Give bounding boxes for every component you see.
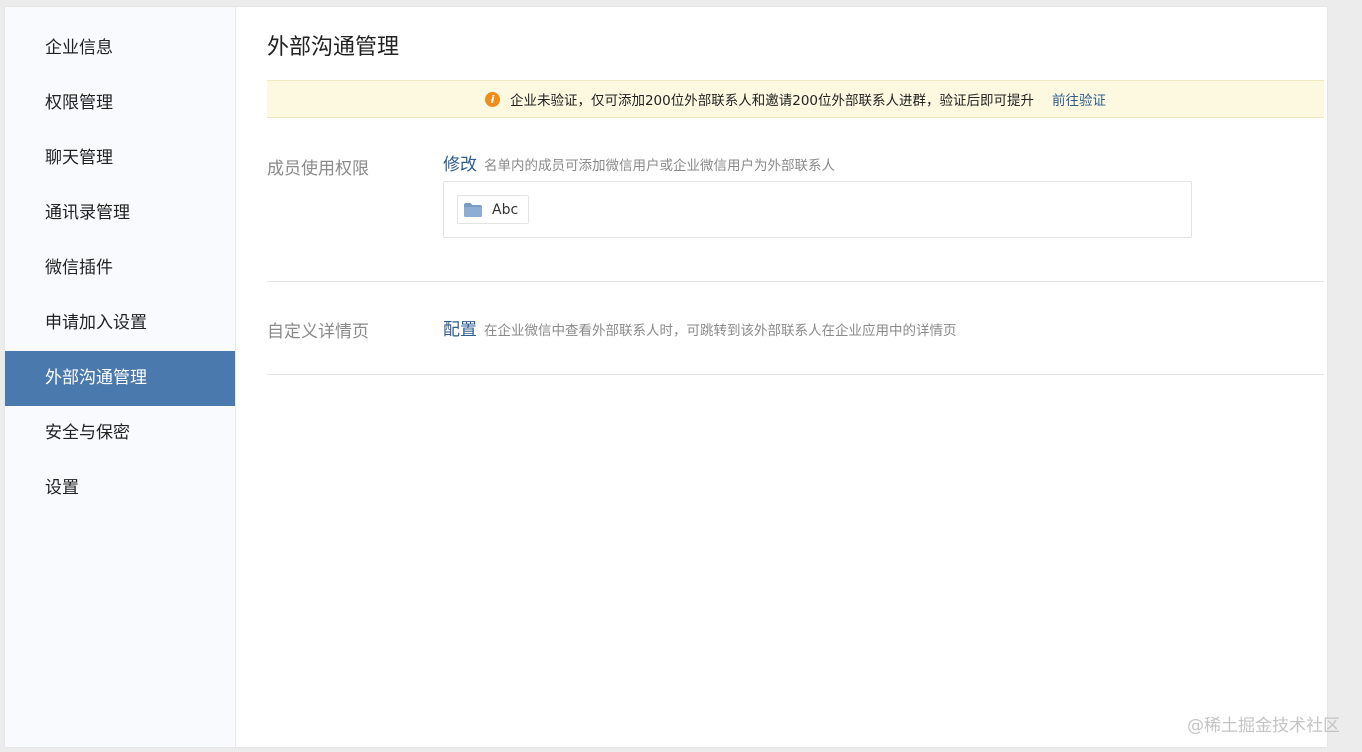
member-permission-section: 成员使用权限 修改 名单内的成员可添加微信用户或企业微信用户为外部联系人 Abc [267, 118, 1324, 282]
notice-text: 企业未验证，仅可添加200位外部联系人和邀请200位外部联系人进群，验证后即可提… [509, 93, 1035, 109]
custom-detail-section: 自定义详情页 配置 在企业微信中查看外部联系人时，可跳转到该外部联系人在企业应用… [267, 281, 1324, 375]
configure-link[interactable]: 配置 [443, 315, 477, 340]
sidebar-item-contacts[interactable]: 通讯录管理 [5, 186, 235, 241]
sidebar-item-settings[interactable]: 设置 [5, 461, 235, 516]
custom-detail-header: 配置 在企业微信中查看外部联系人时，可跳转到该外部联系人在企业应用中的详情页 [443, 315, 957, 340]
member-permission-label: 成员使用权限 [267, 159, 369, 179]
sidebar: 企业信息 权限管理 聊天管理 通讯录管理 微信插件 申请加入设置 外部沟通管理 … [5, 7, 236, 747]
member-tag-label: Abc [492, 201, 519, 218]
main-content: 外部沟通管理 i 企业未验证，仅可添加200位外部联系人和邀请200位外部联系人… [267, 7, 1324, 747]
sidebar-item-join-settings[interactable]: 申请加入设置 [5, 296, 235, 351]
member-permission-header: 修改 名单内的成员可添加微信用户或企业微信用户为外部联系人 [443, 150, 835, 175]
member-tag[interactable]: Abc [457, 195, 530, 224]
app-window: 企业信息 权限管理 聊天管理 通讯录管理 微信插件 申请加入设置 外部沟通管理 … [5, 7, 1327, 747]
custom-detail-label: 自定义详情页 [267, 322, 369, 342]
member-list-box: Abc [443, 181, 1192, 238]
modify-link[interactable]: 修改 [443, 150, 477, 175]
sidebar-item-external-communication[interactable]: 外部沟通管理 [5, 351, 235, 406]
sidebar-item-chat[interactable]: 聊天管理 [5, 131, 235, 186]
sidebar-item-security[interactable]: 安全与保密 [5, 406, 235, 461]
sidebar-item-permission[interactable]: 权限管理 [5, 76, 235, 131]
sidebar-item-wechat-plugin[interactable]: 微信插件 [5, 241, 235, 296]
watermark: @稀土掘金技术社区 [1187, 716, 1340, 736]
sidebar-item-company-info[interactable]: 企业信息 [5, 21, 235, 76]
page-title: 外部沟通管理 [267, 35, 400, 60]
custom-detail-description: 在企业微信中查看外部联系人时，可跳转到该外部联系人在企业应用中的详情页 [484, 323, 957, 339]
verify-link[interactable]: 前往验证 [1052, 89, 1106, 109]
warning-icon: i [484, 91, 500, 107]
folder-icon [464, 202, 482, 217]
verification-notice: i 企业未验证，仅可添加200位外部联系人和邀请200位外部联系人进群，验证后即… [267, 80, 1324, 118]
member-permission-description: 名单内的成员可添加微信用户或企业微信用户为外部联系人 [484, 158, 835, 174]
